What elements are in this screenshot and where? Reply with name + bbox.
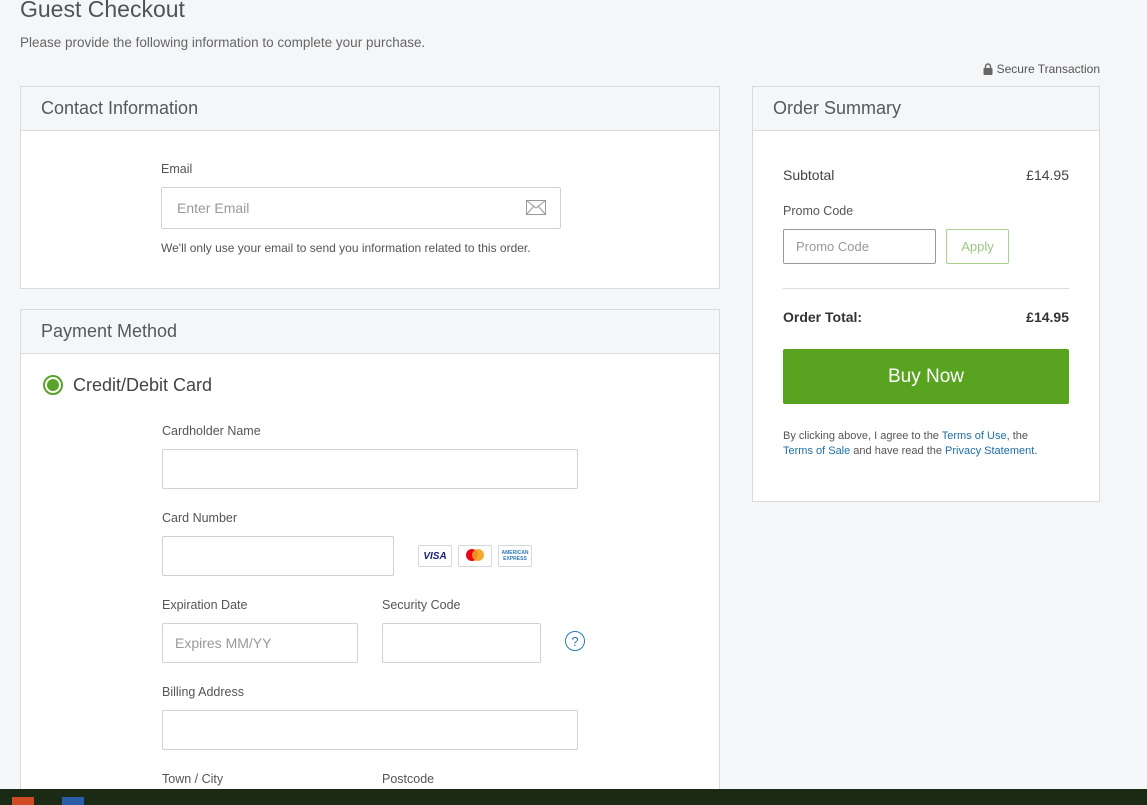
promo-code-input[interactable]: Promo Code: [783, 229, 936, 264]
page-subtitle: Please provide the following information…: [20, 35, 426, 50]
amex-icon: AMERICAN EXPRESS: [498, 545, 532, 567]
legal-text: By clicking above, I agree to the Terms …: [783, 429, 1083, 459]
taskbar: [0, 789, 1147, 805]
billing-address-input[interactable]: [162, 710, 578, 750]
promo-placeholder: Promo Code: [796, 239, 869, 254]
promo-label: Promo Code: [783, 204, 854, 218]
postcode-label: Postcode: [382, 772, 435, 786]
billing-address-label: Billing Address: [162, 685, 244, 699]
credit-card-label[interactable]: Credit/Debit Card: [73, 375, 212, 396]
page-title: Guest Checkout: [20, 0, 185, 22]
summary-divider: [783, 288, 1069, 289]
legal-prefix: By clicking above, I agree to the: [783, 430, 942, 442]
card-number-label: Card Number: [162, 511, 238, 525]
email-input[interactable]: Enter Email: [161, 187, 561, 229]
envelope-icon: [526, 200, 546, 215]
powerpoint-icon[interactable]: [12, 797, 34, 805]
subtotal-value: £14.95: [1026, 167, 1069, 183]
town-label: Town / City: [162, 772, 224, 786]
order-total-value: £14.95: [1026, 309, 1069, 325]
cardholder-label: Cardholder Name: [162, 424, 261, 438]
expiration-input[interactable]: Expires MM/YY: [162, 623, 358, 663]
email-label: Email: [161, 162, 193, 176]
email-placeholder: Enter Email: [177, 200, 250, 216]
terms-of-sale-link[interactable]: Terms of Sale: [783, 445, 850, 457]
credit-card-radio[interactable]: [43, 375, 63, 395]
payment-panel: Payment Method Credit/Debit Card Cardhol…: [20, 309, 720, 805]
order-total-label: Order Total:: [783, 309, 863, 325]
expiration-placeholder: Expires MM/YY: [175, 635, 272, 651]
contact-header: Contact Information: [21, 87, 719, 131]
order-total-row: Order Total: £14.95: [783, 309, 1069, 325]
mastercard-icon: [458, 545, 492, 567]
payment-header: Payment Method: [21, 310, 719, 354]
legal-suffix: .: [1034, 445, 1038, 457]
legal-mid1: , the: [1006, 430, 1028, 442]
buy-now-button[interactable]: Buy Now: [783, 349, 1069, 404]
security-code-input[interactable]: [382, 623, 541, 663]
cardholder-input[interactable]: [162, 449, 578, 489]
lock-icon: [983, 63, 993, 75]
privacy-statement-link[interactable]: Privacy Statement: [945, 445, 1034, 457]
subtotal-label: Subtotal: [783, 167, 835, 183]
word-icon[interactable]: [62, 797, 84, 805]
secure-label: Secure Transaction: [996, 62, 1100, 76]
secure-transaction: Secure Transaction: [983, 62, 1100, 76]
card-number-input[interactable]: [162, 536, 394, 576]
order-summary-panel: Order Summary Subtotal £14.95 Promo Code…: [752, 86, 1100, 502]
expiration-label: Expiration Date: [162, 598, 248, 612]
help-icon[interactable]: ?: [565, 631, 585, 651]
subtotal-row: Subtotal £14.95: [783, 167, 1069, 183]
contact-panel: Contact Information Email Enter Email We…: [20, 86, 720, 289]
email-hint: We'll only use your email to send you in…: [161, 241, 531, 255]
security-code-label: Security Code: [382, 598, 461, 612]
visa-icon: VISA: [418, 545, 452, 567]
apply-button[interactable]: Apply: [946, 229, 1009, 264]
legal-mid2: and have read the: [850, 445, 946, 457]
terms-of-use-link[interactable]: Terms of Use: [942, 430, 1007, 442]
summary-header: Order Summary: [753, 87, 1099, 131]
